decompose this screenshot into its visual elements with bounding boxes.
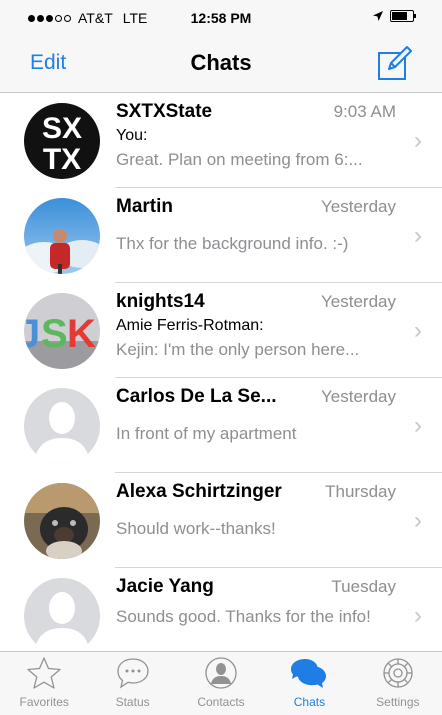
tab-bar: Favorites Status Contacts Chats Settings (0, 651, 442, 715)
location-arrow-icon (373, 11, 383, 21)
chat-name: Carlos De La Se... (116, 386, 277, 407)
avatar-default-silhouette (24, 578, 100, 653)
chat-row-sxtxstate[interactable]: SX TX SXTXState 9:03 AM You: Great. Plan… (0, 93, 442, 188)
tab-label: Settings (376, 695, 420, 709)
avatar-photo-person-sky (24, 198, 100, 274)
avatar-photo-jsk-letters: J S K (24, 293, 100, 369)
chat-preview: Great. Plan on meeting from 6:... (116, 150, 363, 169)
svg-text:S: S (41, 312, 68, 356)
avatar-photo-dog (24, 483, 100, 559)
status-bar: AT&T LTE 12:58 PM (0, 0, 442, 36)
whatsapp-screen: AT&T LTE 12:58 PM Edit Chats SX TX SXTXS… (0, 0, 442, 715)
status-right (372, 10, 416, 22)
chat-time: Yesterday (321, 292, 396, 311)
tab-label: Contacts (197, 695, 245, 709)
chat-time: Yesterday (321, 387, 396, 406)
compose-icon (378, 46, 412, 80)
chevron-right-icon: › (414, 222, 422, 249)
tab-label: Favorites (19, 695, 69, 709)
chat-time: Yesterday (321, 197, 396, 216)
tab-label: Chats (293, 695, 326, 709)
chat-preview: Should work--thanks! (116, 519, 276, 538)
avatar-sxtx-logo: SX TX (24, 103, 100, 179)
compose-button[interactable] (375, 45, 413, 83)
tab-chats[interactable]: Chats (265, 652, 353, 715)
chat-sender: Amie Ferris-Rotman: (116, 317, 264, 334)
svg-text:TX: TX (43, 143, 81, 176)
speech-bubble-dots-icon (116, 658, 149, 689)
tab-settings[interactable]: Settings (354, 652, 442, 715)
chat-time: 9:03 AM (333, 102, 396, 121)
chat-row-jacie[interactable]: Jacie Yang Tuesday Sounds good. Thanks f… (0, 568, 442, 653)
chat-bubbles-icon (291, 659, 327, 688)
battery-icon (390, 10, 416, 22)
chat-name: Alexa Schirtzinger (116, 481, 282, 502)
star-icon (27, 657, 61, 689)
navigation-bar: Edit Chats (0, 36, 442, 93)
svg-text:J: J (24, 312, 40, 356)
chat-name: Jacie Yang (116, 576, 214, 597)
chevron-right-icon: › (414, 602, 422, 629)
chat-row-carlos[interactable]: Carlos De La Se... Yesterday In front of… (0, 378, 442, 473)
chat-preview: Sounds good. Thanks for the info! (116, 607, 371, 626)
chat-sender: You: (116, 127, 148, 144)
chat-preview: Thx for the background info. :-) (116, 234, 349, 253)
chat-row-martin[interactable]: Martin Yesterday Thx for the background … (0, 188, 442, 283)
chat-preview: Kejin: I'm the only person here... (116, 340, 360, 359)
tab-status[interactable]: Status (88, 652, 176, 715)
avatar-default-silhouette (24, 388, 100, 464)
chevron-right-icon: › (414, 127, 422, 154)
chat-preview: In front of my apartment (116, 424, 297, 443)
tab-contacts[interactable]: Contacts (177, 652, 265, 715)
gear-icon (383, 658, 413, 688)
tab-favorites[interactable]: Favorites (0, 652, 88, 715)
chat-name: Martin (116, 196, 173, 217)
chat-time: Thursday (325, 482, 396, 501)
tab-label: Status (115, 695, 150, 709)
chat-row-alexa[interactable]: Alexa Schirtzinger Thursday Should work-… (0, 473, 442, 568)
chevron-right-icon: › (414, 317, 422, 344)
chat-list[interactable]: SX TX SXTXState 9:03 AM You: Great. Plan… (0, 93, 442, 653)
chat-name: knights14 (116, 291, 205, 312)
chat-row-knights14[interactable]: J S K knights14 Yesterday Amie Ferris-Ro… (0, 283, 442, 378)
svg-text:SX: SX (42, 112, 82, 145)
contact-circle-icon (205, 657, 237, 689)
chat-name: SXTXState (116, 101, 213, 122)
chevron-right-icon: › (414, 412, 422, 439)
svg-text:K: K (67, 312, 96, 356)
chevron-right-icon: › (414, 507, 422, 534)
chat-time: Tuesday (331, 577, 396, 596)
